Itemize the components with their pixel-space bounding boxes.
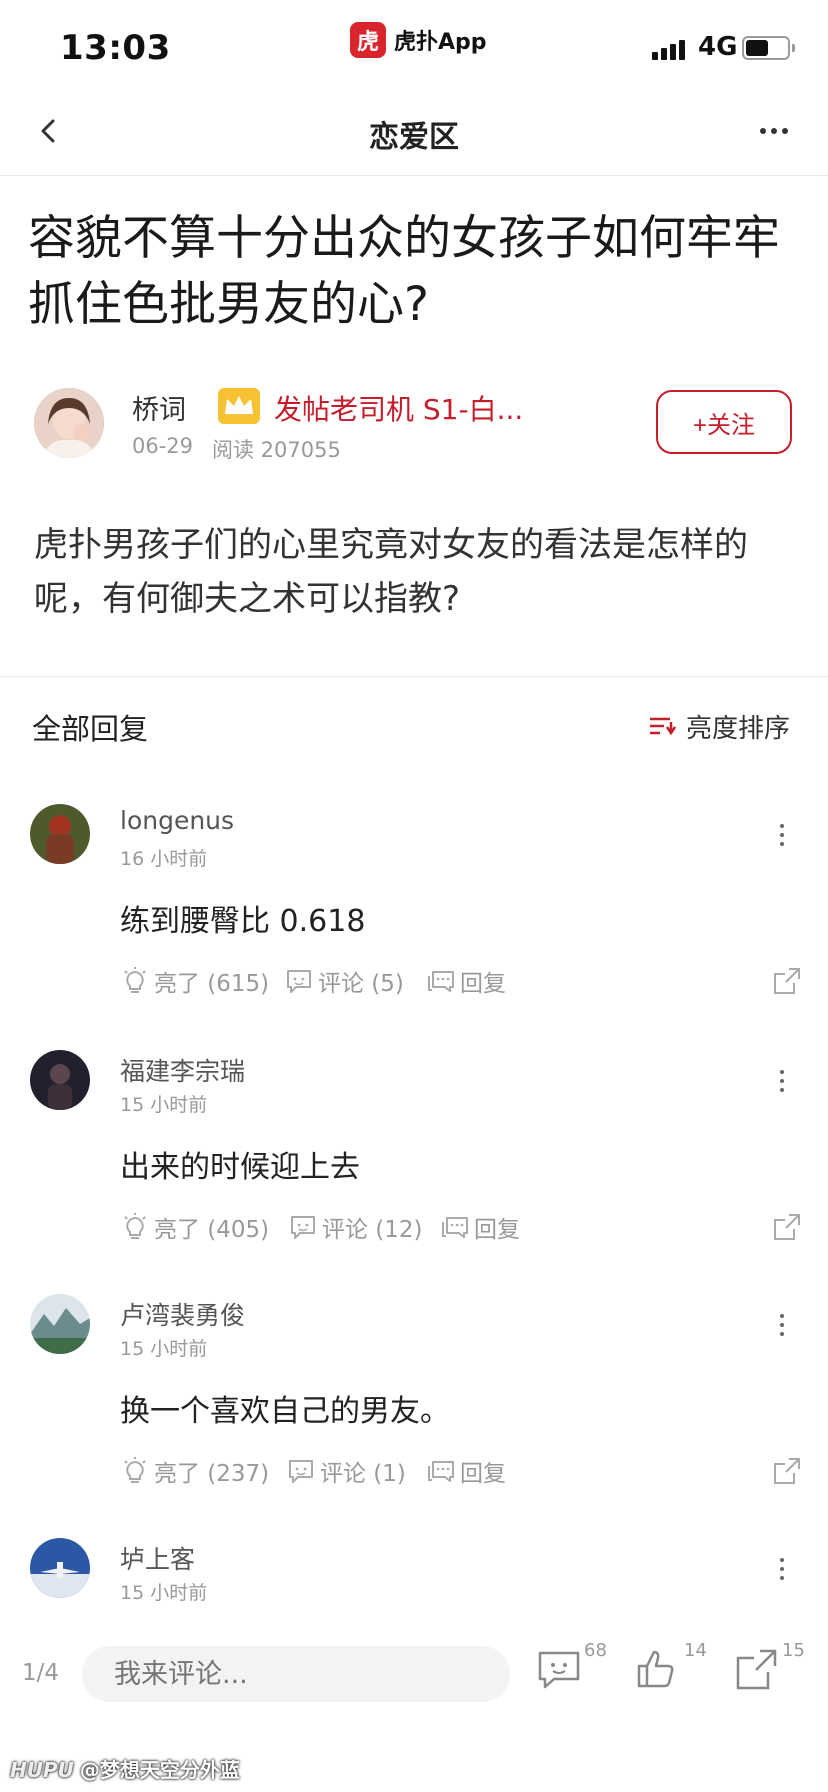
post-body: 虎扑男孩子们的心里究竟对女友的看法是怎样的呢，有何御夫之术可以指教? [34,525,748,619]
bottom-bar: 1/4 68 14 15 [0,1630,828,1720]
reply-content: 换一个喜欢自己的男友。 [120,1394,450,1429]
share-total: 15 [782,1640,805,1661]
comment-icon [291,1216,315,1239]
reply-username[interactable]: 垆上客 [120,1540,195,1576]
follow-button[interactable]: +关注 [656,390,792,454]
share-icon[interactable] [732,1644,782,1694]
reply-time: 15 小时前 [120,1094,208,1116]
reply-username[interactable]: 卢湾裴勇俊 [120,1296,245,1332]
reply-menu-icon[interactable] [780,824,784,846]
thumbs-up-icon[interactable] [632,1644,682,1694]
reply-button[interactable]: 回复 [426,964,506,998]
reply-username[interactable]: 福建李宗瑞 [120,1052,245,1088]
crown-icon [218,388,260,424]
reply-button[interactable]: 回复 [426,1454,506,1488]
reply-menu-icon[interactable] [780,1070,784,1092]
network-type: 4G [698,32,738,62]
reply-menu-icon[interactable] [780,1314,784,1336]
comment-count: 评论 (5) [318,971,404,997]
lightbulb-icon [124,967,146,993]
nav-bar: 恋爱区 [0,90,828,176]
reply-icon [442,1217,468,1238]
reply-avatar[interactable] [30,804,90,864]
comment-total: 68 [584,1640,607,1661]
page-title: 恋爱区 [369,120,459,155]
battery-tip [792,44,795,52]
reply-menu-icon[interactable] [780,1558,784,1580]
comment-input[interactable] [82,1646,510,1702]
comment-button[interactable]: 评论 (1) [286,1454,406,1488]
hupu-logo-icon: 虎 [350,22,386,58]
app-name: 虎扑App [394,30,487,55]
reply-content: 练到腰臀比 0.618 [120,904,366,939]
light-button[interactable]: 亮了 (615) [120,964,269,998]
post-title: 容貌不算十分出众的女孩子如何牢牢抓住色批男友的心? [28,211,780,332]
light-button[interactable]: 亮了 (405) [120,1210,269,1244]
share-icon[interactable] [772,966,802,996]
page-indicator[interactable]: 1/4 [22,1660,59,1686]
light-button[interactable]: 亮了 (237) [120,1454,269,1488]
watermark-text: @梦想天空分外蓝 [79,1758,240,1782]
signal-icon [652,38,685,60]
reply-username[interactable]: longenus [120,806,234,835]
reply-avatar[interactable] [30,1538,90,1598]
author-name[interactable]: 桥词 [132,388,186,427]
light-count: 亮了 (615) [154,971,270,997]
comment-icon [289,1460,313,1483]
share-icon[interactable] [772,1212,802,1242]
like-total: 14 [684,1640,707,1661]
reply-label: 回复 [474,1217,520,1243]
reply-time: 15 小时前 [120,1338,208,1360]
reply-avatar[interactable] [30,1294,90,1354]
reply-icon [428,1461,454,1482]
reply-content: 出来的时候迎上去 [120,1150,360,1185]
battery-icon [742,36,790,60]
author-badge: 发帖老司机 S1-白... [274,393,524,426]
reply-time: 16 小时前 [120,848,208,870]
reply-avatar[interactable] [30,1050,90,1110]
post-date: 06-29 [132,434,194,458]
comment-count: 评论 (1) [320,1461,406,1487]
comment-button[interactable]: 评论 (12) [288,1210,423,1244]
watermark-logo: HUPU [10,1758,74,1782]
share-icon[interactable] [772,1456,802,1486]
sort-button[interactable]: 亮度排序 [686,708,790,745]
reply-actions: 亮了 (405) 评论 (12) 回复 [120,1210,810,1250]
reply-time: 15 小时前 [120,1582,208,1604]
light-count: 亮了 (237) [154,1461,270,1487]
lightbulb-icon [124,1213,146,1239]
comment-icon [287,970,311,993]
comment-icon[interactable] [534,1644,584,1694]
reply-actions: 亮了 (615) 评论 (5) 回复 [120,964,810,1004]
reply-label: 回复 [460,1461,506,1487]
watermark: HUPU @梦想天空分外蓝 [10,1754,240,1783]
light-count: 亮了 (405) [154,1217,270,1243]
comment-count: 评论 (12) [322,1217,423,1243]
sort-icon[interactable] [648,712,676,740]
status-time: 13:03 [60,28,171,68]
reply-label: 回复 [460,971,506,997]
replies-title: 全部回复 [32,712,149,746]
reply-button[interactable]: 回复 [440,1210,520,1244]
divider [0,676,828,677]
reply-actions: 亮了 (237) 评论 (1) 回复 [120,1454,810,1494]
author-avatar[interactable] [34,388,104,458]
comment-button[interactable]: 评论 (5) [284,964,404,998]
reply-icon [428,971,454,992]
post-read-count: 阅读 207055 [212,438,341,462]
app-badge: 虎 虎扑App [350,22,487,58]
status-bar: 13:03 虎 虎扑App 4G [0,0,828,90]
more-options-icon[interactable] [760,128,788,134]
lightbulb-icon [124,1457,146,1483]
